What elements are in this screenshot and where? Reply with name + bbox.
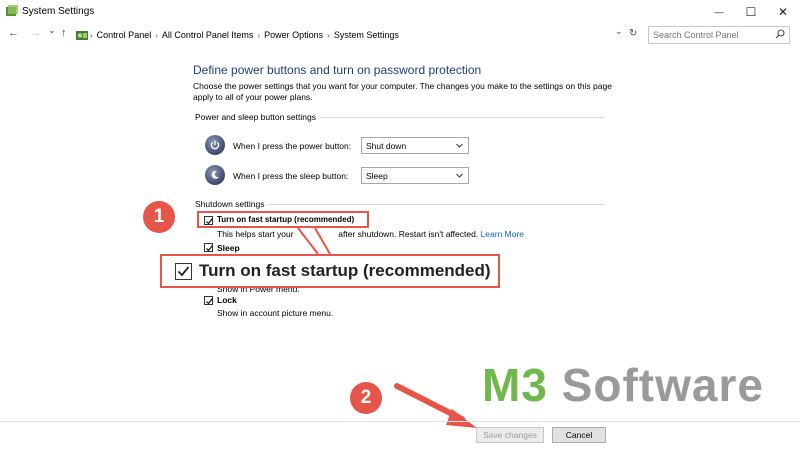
watermark-logo: M3 Software	[482, 358, 764, 412]
footer-divider	[0, 421, 800, 422]
bottom-strip	[0, 447, 800, 452]
save-changes-button[interactable]: Save changes	[476, 427, 544, 443]
cancel-button[interactable]: Cancel	[552, 427, 606, 443]
watermark-software: Software	[547, 359, 764, 411]
watermark-m3: M3	[482, 359, 548, 411]
